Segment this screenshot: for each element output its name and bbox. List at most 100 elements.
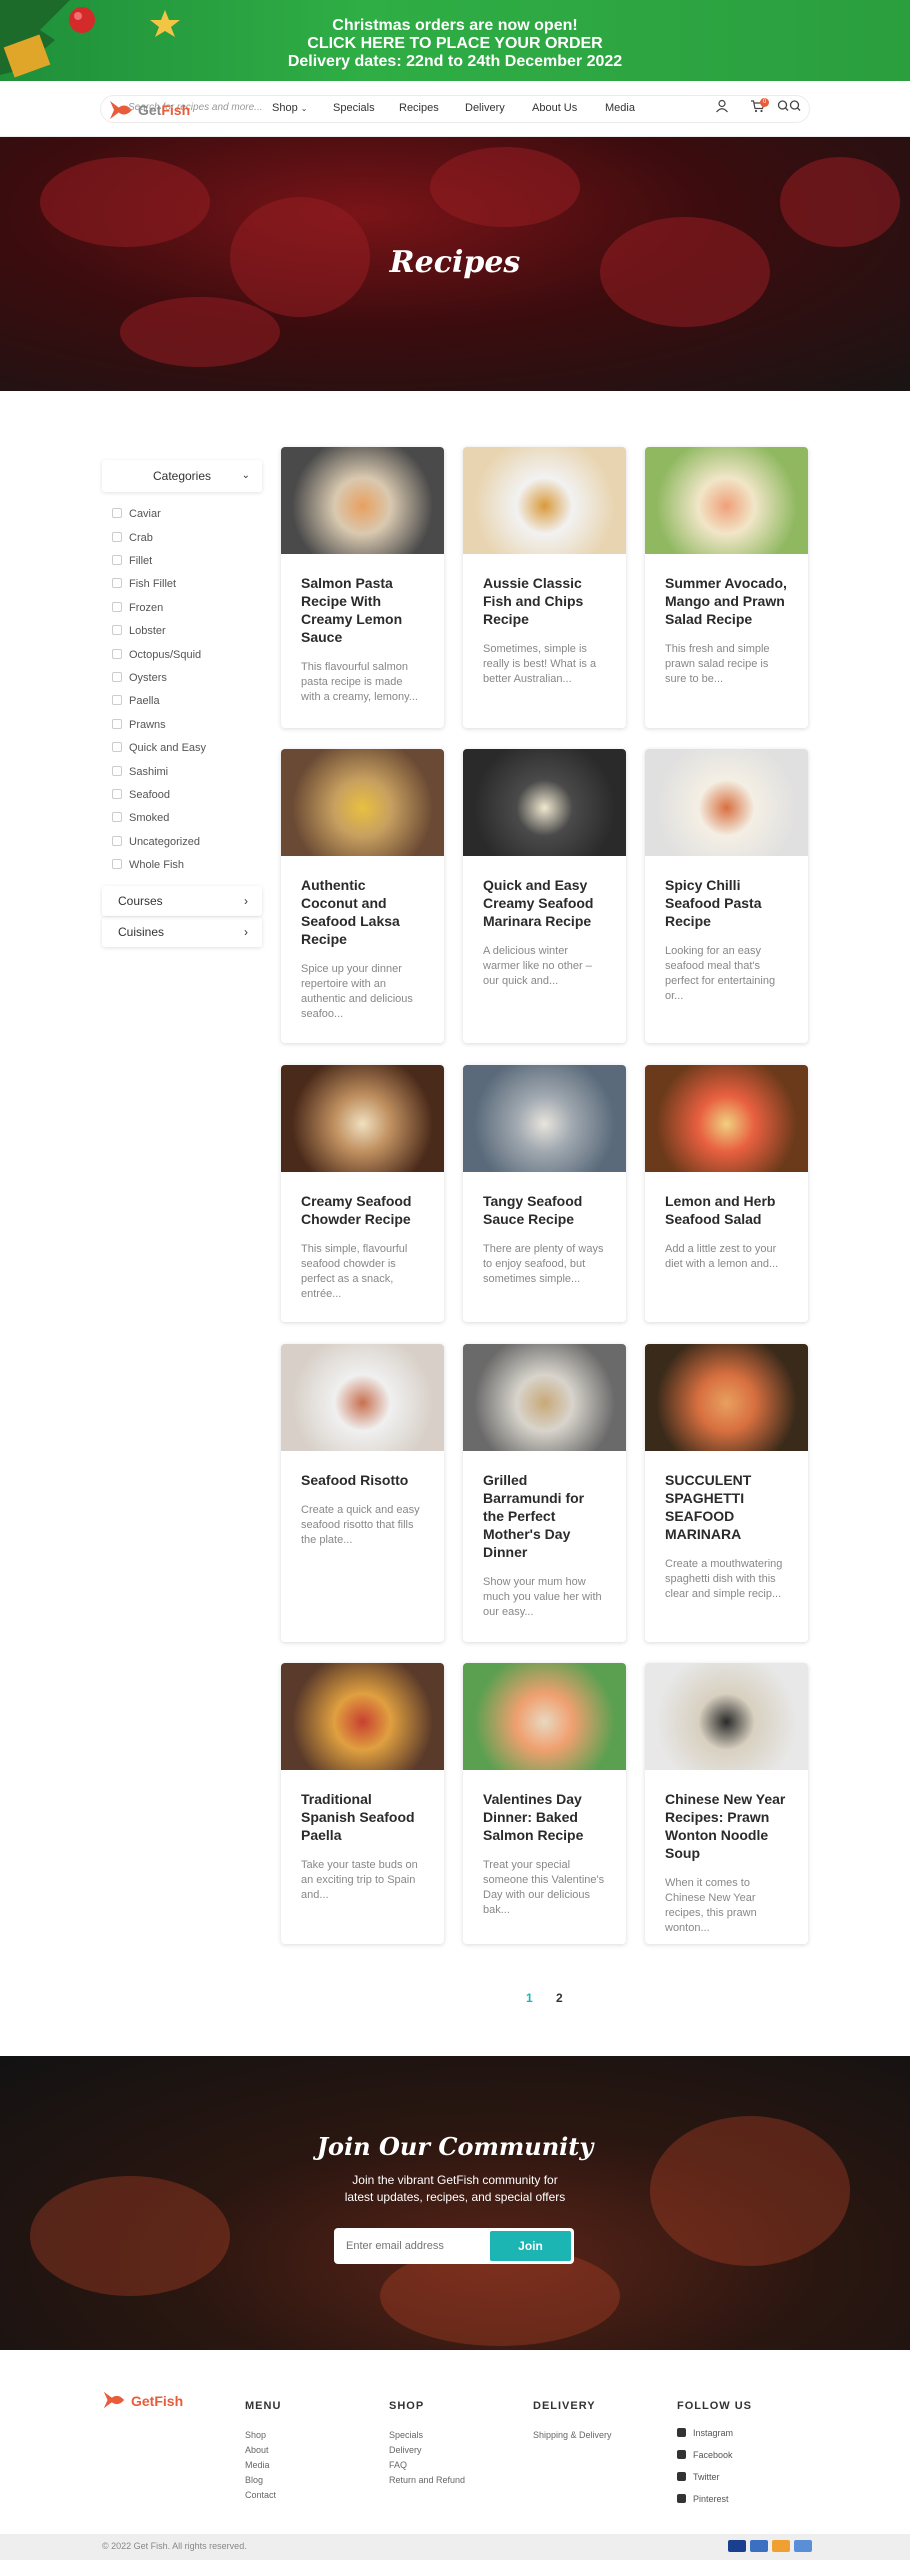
recipe-title[interactable]: Creamy Seafood Chowder Recipe — [301, 1192, 424, 1228]
recipe-card[interactable]: Seafood Risotto Create a quick and easy s… — [281, 1344, 444, 1642]
recipe-image[interactable] — [645, 1344, 808, 1451]
join-button[interactable]: Join — [490, 2231, 571, 2261]
recipe-title[interactable]: Seafood Risotto — [301, 1471, 424, 1489]
recipe-title[interactable]: Grilled Barramundi for the Perfect Mothe… — [483, 1471, 606, 1561]
footer-shop-link[interactable]: Delivery — [389, 2445, 422, 2455]
checkbox-icon[interactable] — [112, 625, 122, 635]
category-item[interactable]: Prawns — [112, 718, 166, 732]
category-item[interactable]: Lobster — [112, 624, 166, 638]
checkbox-icon[interactable] — [112, 695, 122, 705]
category-item[interactable]: Octopus/Squid — [112, 648, 201, 662]
recipe-title[interactable]: Quick and Easy Creamy Seafood Marinara R… — [483, 876, 606, 930]
social-link[interactable]: Facebook — [677, 2450, 733, 2460]
checkbox-icon[interactable] — [112, 836, 122, 846]
user-icon[interactable] — [715, 99, 729, 113]
cuisines-toggle[interactable]: Cuisines › — [102, 917, 262, 947]
recipe-image[interactable] — [463, 749, 626, 856]
category-item[interactable]: Fillet — [112, 554, 152, 568]
nav-recipes[interactable]: Recipes — [399, 102, 439, 114]
recipe-image[interactable] — [463, 1663, 626, 1770]
category-item[interactable]: Oysters — [112, 671, 167, 685]
recipe-title[interactable]: SUCCULENT SPAGHETTI SEAFOOD MARINARA — [665, 1471, 788, 1543]
footer-menu-link[interactable]: Shop — [245, 2430, 266, 2440]
recipe-title[interactable]: Summer Avocado, Mango and Prawn Salad Re… — [665, 574, 788, 628]
footer-delivery-link[interactable]: Shipping & Delivery — [533, 2430, 612, 2440]
social-link[interactable]: Instagram — [677, 2428, 733, 2438]
checkbox-icon[interactable] — [112, 578, 122, 588]
category-item[interactable]: Smoked — [112, 811, 169, 825]
recipe-title[interactable]: Aussie Classic Fish and Chips Recipe — [483, 574, 606, 628]
footer-shop-link[interactable]: Specials — [389, 2430, 423, 2440]
footer-shop-link[interactable]: FAQ — [389, 2460, 407, 2470]
recipe-card[interactable]: Grilled Barramundi for the Perfect Mothe… — [463, 1344, 626, 1642]
recipe-card[interactable]: Tangy Seafood Sauce Recipe There are plen… — [463, 1065, 626, 1322]
checkbox-icon[interactable] — [112, 859, 122, 869]
recipe-card[interactable]: Chinese New Year Recipes: Prawn Wonton N… — [645, 1663, 808, 1944]
recipe-image[interactable] — [463, 447, 626, 554]
nav-about-us[interactable]: About Us — [532, 102, 577, 114]
recipe-title[interactable]: Chinese New Year Recipes: Prawn Wonton N… — [665, 1790, 788, 1862]
category-item[interactable]: Whole Fish — [112, 858, 184, 872]
recipe-card[interactable]: Valentines Day Dinner: Baked Salmon Reci… — [463, 1663, 626, 1944]
footer-logo-text[interactable]: GetFish — [131, 2393, 183, 2409]
category-item[interactable]: Fish Fillet — [112, 577, 176, 591]
footer-menu-link[interactable]: Media — [245, 2460, 270, 2470]
nav-delivery[interactable]: Delivery — [465, 102, 505, 114]
checkbox-icon[interactable] — [112, 649, 122, 659]
recipe-card[interactable]: Lemon and Herb Seafood Salad Add a little… — [645, 1065, 808, 1322]
page-link-2[interactable]: 2 — [556, 1991, 563, 2005]
category-item[interactable]: Crab — [112, 531, 153, 545]
recipe-title[interactable]: Spicy Chilli Seafood Pasta Recipe — [665, 876, 788, 930]
category-item[interactable]: Sashimi — [112, 765, 168, 779]
recipe-image[interactable] — [645, 1663, 808, 1770]
recipe-image[interactable] — [281, 1663, 444, 1770]
recipe-image[interactable] — [645, 749, 808, 856]
recipe-title[interactable]: Salmon Pasta Recipe With Creamy Lemon Sa… — [301, 574, 424, 646]
social-link[interactable]: Pinterest — [677, 2494, 729, 2504]
recipe-image[interactable] — [281, 1344, 444, 1451]
recipe-image[interactable] — [281, 447, 444, 554]
promo-banner[interactable]: Christmas orders are now open! CLICK HER… — [0, 0, 910, 81]
recipe-image[interactable] — [281, 749, 444, 856]
category-item[interactable]: Frozen — [112, 601, 163, 615]
checkbox-icon[interactable] — [112, 672, 122, 682]
recipe-card[interactable]: Salmon Pasta Recipe With Creamy Lemon Sa… — [281, 447, 444, 728]
footer-menu-link[interactable]: Blog — [245, 2475, 263, 2485]
recipe-image[interactable] — [463, 1065, 626, 1172]
checkbox-icon[interactable] — [112, 602, 122, 612]
checkbox-icon[interactable] — [112, 742, 122, 752]
checkbox-icon[interactable] — [112, 508, 122, 518]
recipe-card[interactable]: Spicy Chilli Seafood Pasta Recipe Looking… — [645, 749, 808, 1043]
nav-shop[interactable]: Shop ⌄ — [272, 102, 307, 114]
recipe-title[interactable]: Valentines Day Dinner: Baked Salmon Reci… — [483, 1790, 606, 1844]
checkbox-icon[interactable] — [112, 812, 122, 822]
search-icon[interactable] — [777, 99, 801, 113]
recipe-card[interactable]: Creamy Seafood Chowder Recipe This simple… — [281, 1065, 444, 1322]
category-item[interactable]: Quick and Easy — [112, 741, 206, 755]
footer-shop-link[interactable]: Return and Refund — [389, 2475, 465, 2485]
category-item[interactable]: Paella — [112, 694, 160, 708]
recipe-card[interactable]: SUCCULENT SPAGHETTI SEAFOOD MARINARA Crea… — [645, 1344, 808, 1642]
checkbox-icon[interactable] — [112, 555, 122, 565]
courses-toggle[interactable]: Courses › — [102, 886, 262, 916]
recipe-card[interactable]: Aussie Classic Fish and Chips Recipe Some… — [463, 447, 626, 728]
recipe-card[interactable]: Authentic Coconut and Seafood Laksa Reci… — [281, 749, 444, 1043]
category-item[interactable]: Uncategorized — [112, 835, 200, 849]
fish-logo-icon[interactable] — [102, 2388, 126, 2412]
category-item[interactable]: Caviar — [112, 507, 161, 521]
recipe-image[interactable] — [645, 447, 808, 554]
social-link[interactable]: Twitter — [677, 2472, 720, 2482]
nav-media[interactable]: Media — [605, 102, 635, 114]
email-input[interactable] — [336, 2230, 486, 2262]
recipe-title[interactable]: Tangy Seafood Sauce Recipe — [483, 1192, 606, 1228]
footer-menu-link[interactable]: Contact — [245, 2490, 276, 2500]
recipe-card[interactable]: Traditional Spanish Seafood Paella Take y… — [281, 1663, 444, 1944]
checkbox-icon[interactable] — [112, 719, 122, 729]
recipe-image[interactable] — [463, 1344, 626, 1451]
checkbox-icon[interactable] — [112, 766, 122, 776]
checkbox-icon[interactable] — [112, 532, 122, 542]
nav-specials[interactable]: Specials — [333, 102, 375, 114]
category-item[interactable]: Seafood — [112, 788, 170, 802]
checkbox-icon[interactable] — [112, 789, 122, 799]
recipe-image[interactable] — [645, 1065, 808, 1172]
